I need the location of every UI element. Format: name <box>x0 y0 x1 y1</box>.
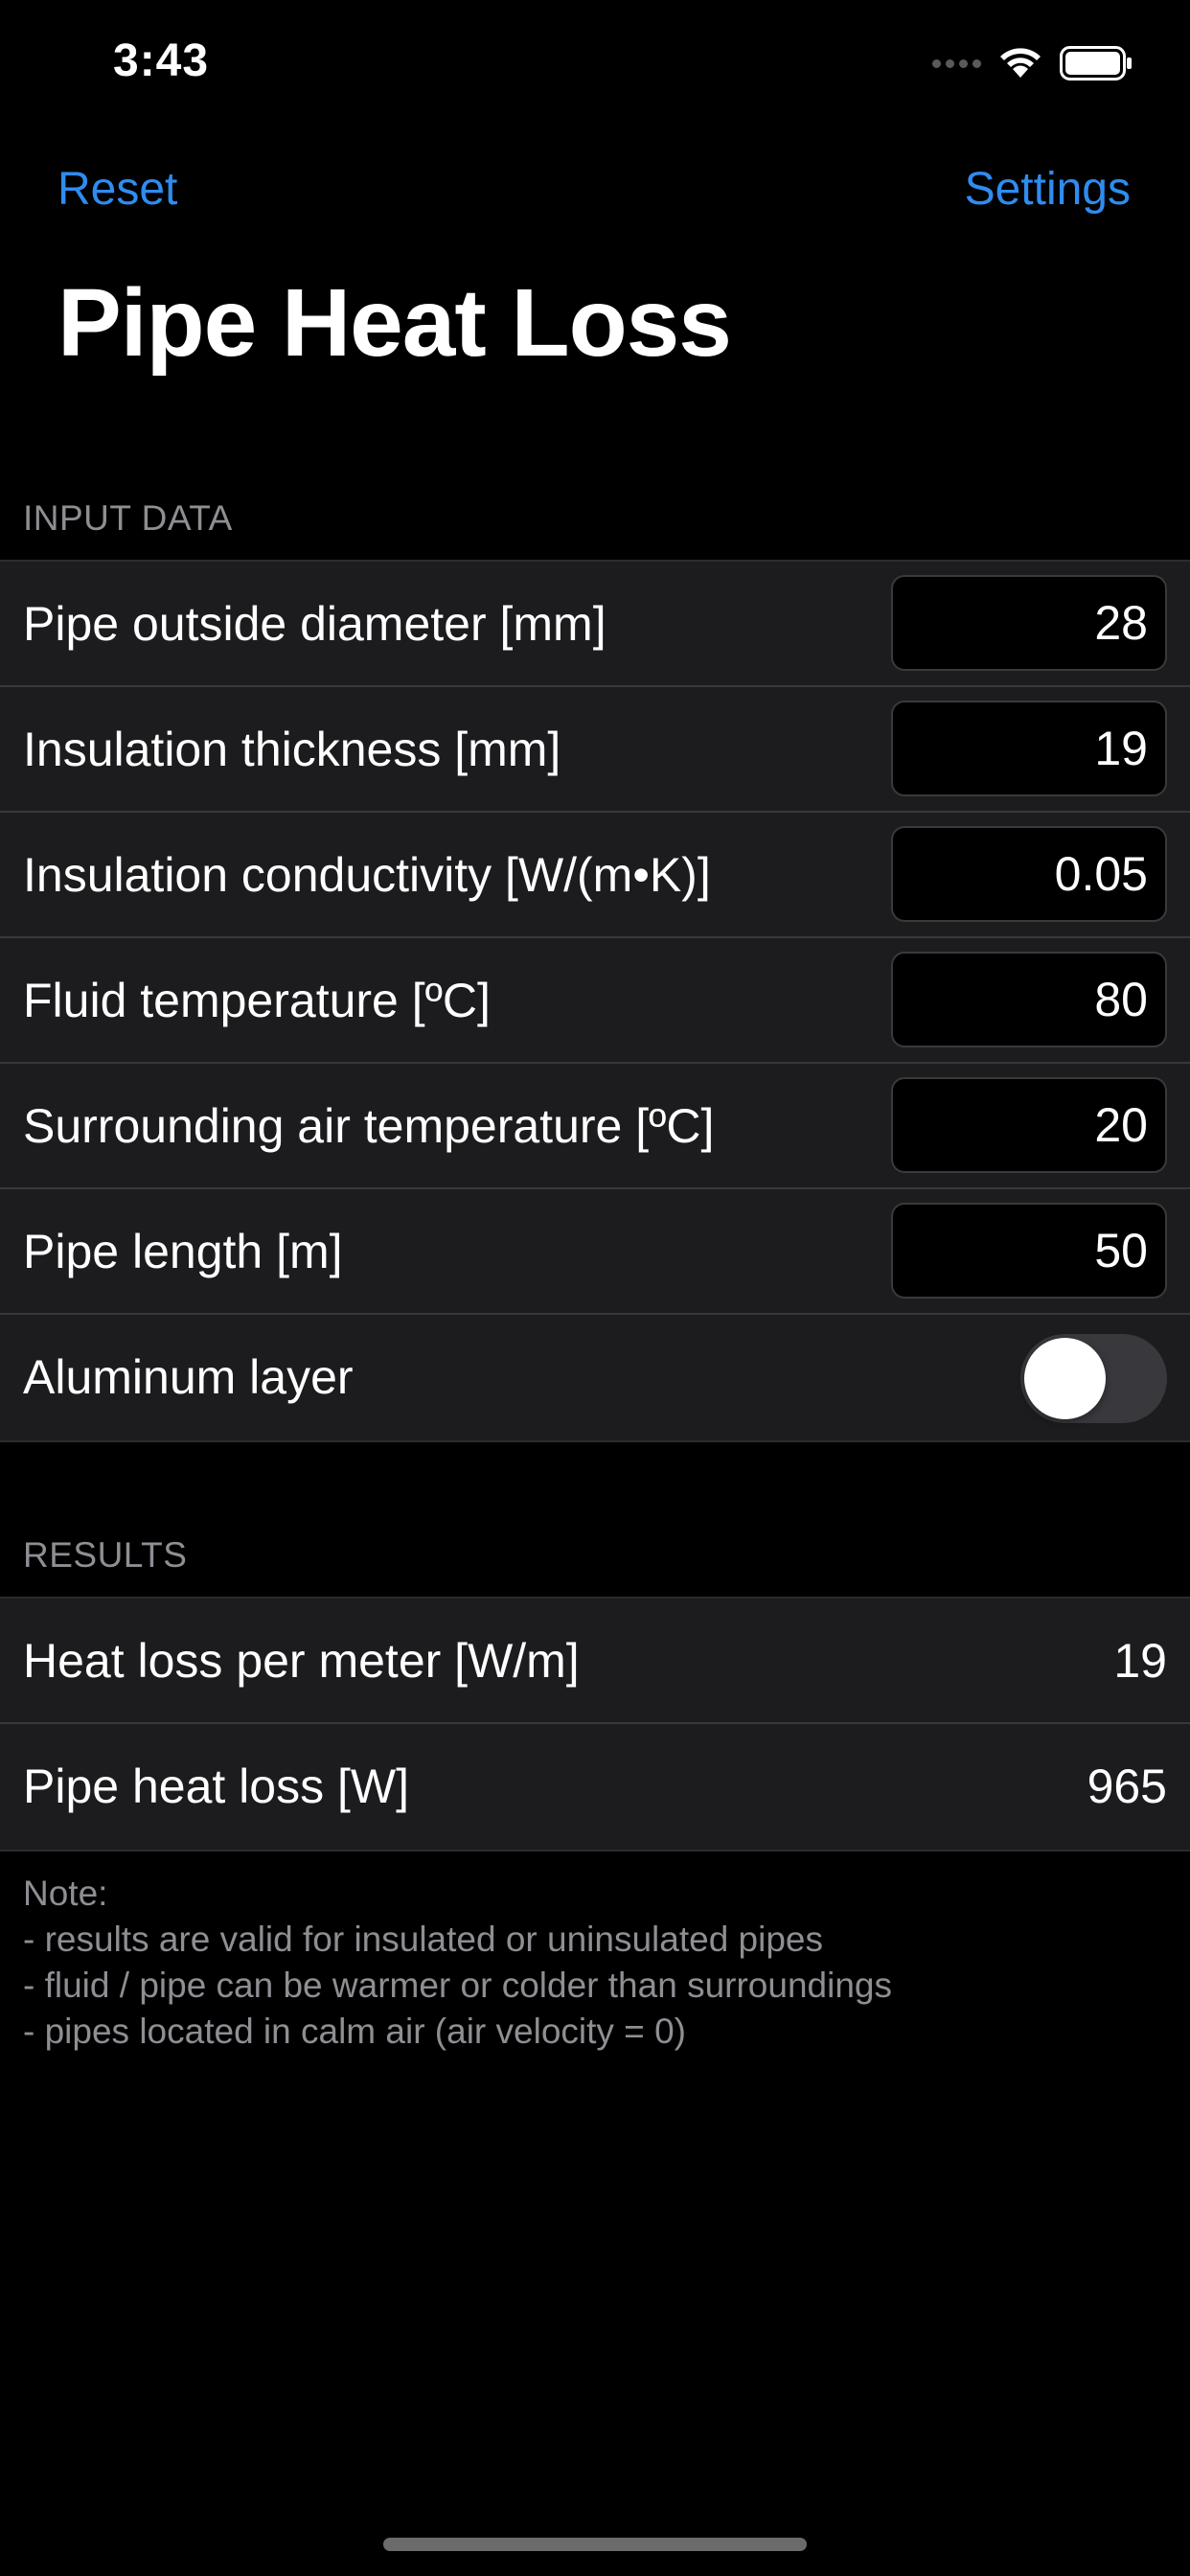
pipe-outside-diameter-field[interactable]: 28 <box>891 575 1167 671</box>
input-row-fluid-temperature: Fluid temperature [ºC] 80 <box>0 938 1190 1064</box>
note-line: Note: <box>23 1874 108 1913</box>
input-row-insulation-thickness: Insulation thickness [mm] 19 <box>0 687 1190 813</box>
input-label: Pipe outside diameter [mm] <box>23 597 606 651</box>
note-line: - fluid / pipe can be warmer or colder t… <box>23 1966 892 2005</box>
page-title: Pipe Heat Loss <box>57 269 732 377</box>
input-row-insulation-conductivity: Insulation conductivity [W/(m•K)] 0.05 <box>0 813 1190 938</box>
input-label: Surrounding air temperature [ºC] <box>23 1099 715 1153</box>
home-indicator[interactable] <box>383 2538 807 2551</box>
status-time: 3:43 <box>113 35 210 86</box>
input-row-pipe-length: Pipe length [m] 50 <box>0 1189 1190 1315</box>
result-label: Heat loss per meter [W/m] <box>23 1634 580 1688</box>
status-bar: 3:43 <box>0 0 1190 126</box>
settings-button[interactable]: Settings <box>965 163 1131 216</box>
input-label: Pipe length [m] <box>23 1225 343 1278</box>
toggle-knob <box>1024 1338 1106 1419</box>
toggle-label: Aluminum layer <box>23 1350 354 1404</box>
battery-icon <box>1060 46 1132 80</box>
result-row-heat-loss-per-meter: Heat loss per meter [W/m] 19 <box>0 1598 1190 1724</box>
note-text: Note: - results are valid for insulated … <box>23 1871 892 2055</box>
aluminum-layer-toggle[interactable] <box>1020 1334 1167 1423</box>
input-section-header: INPUT DATA <box>23 498 233 538</box>
input-label: Insulation conductivity [W/(m•K)] <box>23 848 711 902</box>
note-line: - results are valid for insulated or uni… <box>23 1920 824 1959</box>
insulation-thickness-field[interactable]: 19 <box>891 701 1167 796</box>
wifi-icon <box>1000 48 1041 78</box>
insulation-conductivity-field[interactable]: 0.05 <box>891 826 1167 922</box>
reset-button[interactable]: Reset <box>57 163 177 216</box>
results-group: Heat loss per meter [W/m] 19 Pipe heat l… <box>0 1597 1190 1852</box>
pipe-heat-loss-value: 965 <box>1087 1760 1167 1813</box>
result-row-pipe-heat-loss: Pipe heat loss [W] 965 <box>0 1724 1190 1850</box>
input-row-aluminum-layer: Aluminum layer <box>0 1315 1190 1440</box>
pipe-length-field[interactable]: 50 <box>891 1203 1167 1299</box>
input-label: Fluid temperature [ºC] <box>23 974 491 1027</box>
cellular-signal-icon <box>932 58 981 68</box>
heat-loss-per-meter-value: 19 <box>1113 1634 1167 1688</box>
surrounding-air-temperature-field[interactable]: 20 <box>891 1077 1167 1173</box>
input-row-pipe-outside-diameter: Pipe outside diameter [mm] 28 <box>0 562 1190 687</box>
input-label: Insulation thickness [mm] <box>23 723 561 776</box>
note-line: - pipes located in calm air (air velocit… <box>23 2012 686 2051</box>
fluid-temperature-field[interactable]: 80 <box>891 952 1167 1047</box>
input-data-group: Pipe outside diameter [mm] 28 Insulation… <box>0 560 1190 1442</box>
results-section-header: RESULTS <box>23 1535 188 1575</box>
input-row-surrounding-air-temperature: Surrounding air temperature [ºC] 20 <box>0 1064 1190 1189</box>
navigation-bar: Reset Settings <box>0 153 1190 230</box>
status-icons <box>932 42 1133 84</box>
result-label: Pipe heat loss [W] <box>23 1760 409 1813</box>
